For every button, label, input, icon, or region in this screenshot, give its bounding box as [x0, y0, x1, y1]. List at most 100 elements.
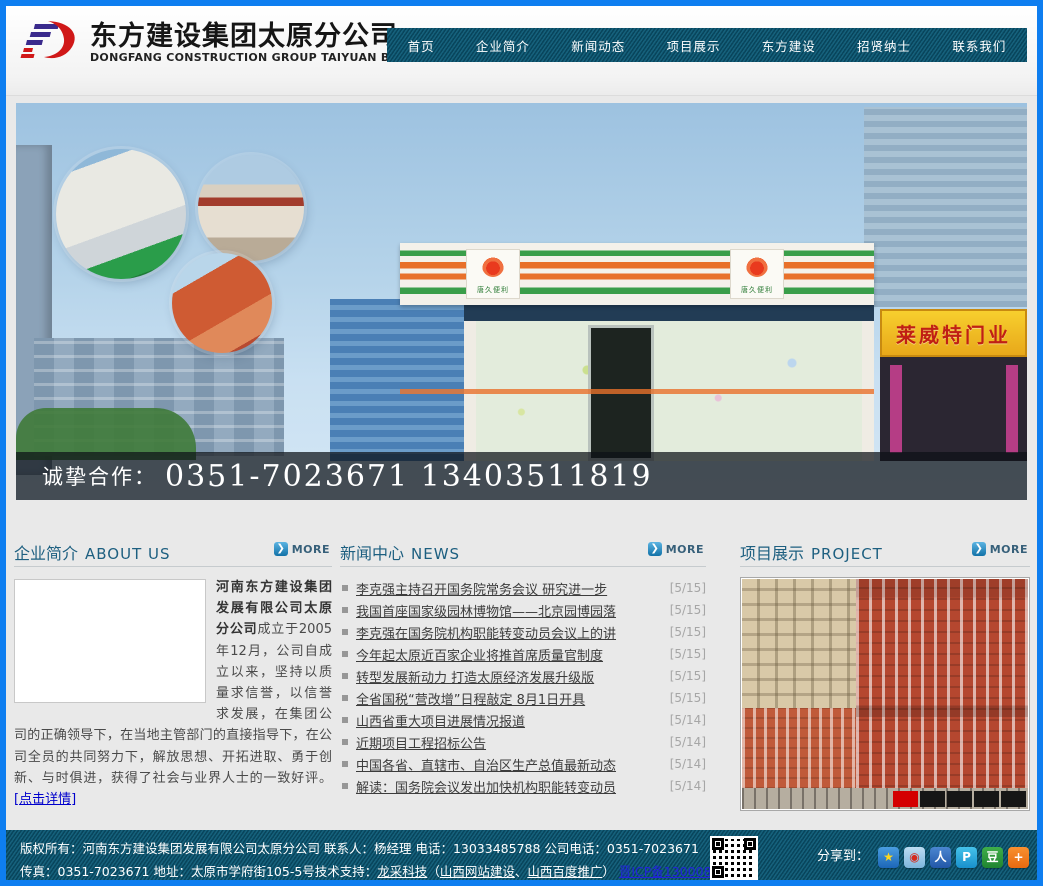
- banner-orange-stripe: [400, 389, 874, 394]
- slide-page-3[interactable]: [947, 791, 972, 807]
- square-bullet-icon: [342, 783, 348, 789]
- square-bullet-icon: [342, 585, 348, 591]
- banner-circle-inset-2: [198, 155, 304, 261]
- shop-banner-strip: [1006, 365, 1018, 453]
- banner-shopfront-right: [880, 357, 1027, 461]
- news-link[interactable]: 今年起太原近百家企业将推首席质量官制度: [356, 645, 664, 664]
- company-subtitle: DONGFANG CONSTRUCTION GROUP TAIYUAN BRAN…: [90, 51, 435, 64]
- news-link[interactable]: 山西省重大项目进展情况报道: [356, 711, 664, 730]
- project-photo: [742, 579, 1028, 809]
- qr-finder-icon: [712, 866, 724, 878]
- project-more-button[interactable]: ❯ MORE: [972, 542, 1028, 556]
- news-item: 李克强在国务院机构职能转变动员会议上的讲 [5/15]: [340, 621, 706, 643]
- news-date: [5/15]: [670, 647, 706, 661]
- shop-sign-text: 莱威特门业: [896, 319, 1011, 348]
- store-brand-text: 唐久便利: [741, 286, 773, 294]
- nav-item[interactable]: 项目展示: [666, 36, 720, 55]
- project-header: 项目展示 PROJECT ❯ MORE: [740, 540, 1030, 567]
- store-flower-icon: [482, 255, 504, 277]
- banner-photo: 唐久便利 唐久便利 莱威特门业 诚挚合作： 0351-7023671 13403…: [16, 103, 1027, 500]
- news-date: [5/15]: [670, 669, 706, 683]
- news-link[interactable]: 我国首座国家级园林博物馆——北京园博园落: [356, 601, 664, 620]
- about-title-cn: 企业简介: [14, 540, 78, 564]
- banner-phone-numbers: 0351-7023671 13403511819: [165, 459, 653, 494]
- news-more-button[interactable]: ❯ MORE: [648, 542, 704, 556]
- news-section: 新闻中心 NEWS ❯ MORE 李克强主持召开国务院常务会议 研究进一步 [5…: [340, 540, 706, 830]
- about-detail-link[interactable]: [点击详情]: [14, 792, 76, 807]
- square-bullet-icon: [342, 629, 348, 635]
- news-link[interactable]: 解读：国务院会议发出加快机构职能转变动员: [356, 777, 664, 796]
- square-bullet-icon: [342, 717, 348, 723]
- banner-yellow-shop-sign: 莱威特门业: [880, 309, 1027, 357]
- company-title: 东方建设集团太原分公司: [90, 22, 435, 52]
- news-link[interactable]: 近期项目工程招标公告: [356, 733, 664, 752]
- sina-weibo-share-icon[interactable]: ◉: [904, 847, 925, 868]
- site-header: 东方建设集团太原分公司 DONGFANG CONSTRUCTION GROUP …: [6, 6, 1037, 96]
- slide-page-1[interactable]: [893, 791, 918, 807]
- news-item: 转型发展新动力 打造太原经济发展升级版 [5/15]: [340, 665, 706, 687]
- project-photo-building-red-tower: [856, 579, 1028, 809]
- main-nav: 首页 企业简介 新闻动态 项目展示 东方建设 招贤纳士 联系我们: [387, 28, 1027, 62]
- project-title-en: PROJECT: [811, 545, 883, 563]
- slide-page-5[interactable]: [1001, 791, 1026, 807]
- banner-slogan-label: 诚挚合作：: [42, 461, 157, 491]
- news-header: 新闻中心 NEWS ❯ MORE: [340, 540, 706, 567]
- qzone-share-icon[interactable]: ★: [878, 847, 899, 868]
- news-date: [5/14]: [670, 713, 706, 727]
- banner-roof-right: [864, 107, 1027, 307]
- store-brand-text: 唐久便利: [477, 286, 509, 294]
- nav-item[interactable]: 首页: [408, 36, 435, 55]
- share-label: 分享到：: [817, 845, 869, 869]
- news-date: [5/15]: [670, 581, 706, 595]
- square-bullet-icon: [342, 607, 348, 613]
- news-date: [5/15]: [670, 625, 706, 639]
- nav-item[interactable]: 招贤纳士: [857, 36, 911, 55]
- news-date: [5/14]: [670, 735, 706, 749]
- about-title-en: ABOUT US: [85, 545, 171, 563]
- news-link[interactable]: 中国各省、直辖市、自治区生产总值最新动态: [356, 755, 664, 774]
- store-logo: 唐久便利: [730, 249, 784, 299]
- news-item: 全省国税“营改增”日程敲定 8月1日开具 [5/15]: [340, 687, 706, 709]
- site-footer: 版权所有：河南东方建设集团发展有限公司太原分公司 联系人：杨经理 电话：1303…: [6, 830, 1037, 880]
- tencent-weibo-share-icon[interactable]: P: [956, 847, 977, 868]
- news-item: 中国各省、直辖市、自治区生产总值最新动态 [5/14]: [340, 753, 706, 775]
- about-more-button[interactable]: ❯ MORE: [274, 542, 330, 556]
- more-share-icon[interactable]: +: [1008, 847, 1029, 868]
- nav-item[interactable]: 新闻动态: [571, 36, 625, 55]
- site-container: 东方建设集团太原分公司 DONGFANG CONSTRUCTION GROUP …: [6, 6, 1037, 880]
- arrow-right-icon: ❯: [972, 542, 986, 556]
- shop-banner-strip: [890, 365, 902, 453]
- logo-block[interactable]: 东方建设集团太原分公司 DONGFANG CONSTRUCTION GROUP …: [18, 20, 435, 66]
- banner-store-stripe-sign: 唐久便利 唐久便利: [400, 243, 874, 305]
- news-link[interactable]: 转型发展新动力 打造太原经济发展升级版: [356, 667, 664, 686]
- nav-item[interactable]: 企业简介: [476, 36, 530, 55]
- news-item: 我国首座国家级园林博物馆——北京园博园落 [5/15]: [340, 599, 706, 621]
- slideshow-pager: [893, 791, 1026, 807]
- project-slideshow[interactable]: [740, 577, 1030, 811]
- baidu-promo-link[interactable]: 山西百度推广: [527, 864, 602, 879]
- tech-support-link[interactable]: 龙采科技: [377, 864, 427, 879]
- news-title-cn: 新闻中心: [340, 540, 404, 564]
- nav-item[interactable]: 联系我们: [952, 36, 1006, 55]
- nav-item[interactable]: 东方建设: [762, 36, 816, 55]
- news-item: 近期项目工程招标公告 [5/14]: [340, 731, 706, 753]
- qr-code: [710, 836, 758, 880]
- news-date: [5/15]: [670, 603, 706, 617]
- site-build-link[interactable]: 山西网站建设: [440, 864, 515, 879]
- square-bullet-icon: [342, 739, 348, 745]
- slide-page-2[interactable]: [920, 791, 945, 807]
- about-photo: [14, 579, 206, 703]
- qr-finder-icon: [712, 838, 724, 850]
- renren-share-icon[interactable]: 人: [930, 847, 951, 868]
- news-link[interactable]: 李克强主持召开国务院常务会议 研究进一步: [356, 579, 664, 598]
- douban-share-icon[interactable]: 豆: [982, 847, 1003, 868]
- square-bullet-icon: [342, 651, 348, 657]
- project-section: 项目展示 PROJECT ❯ MORE: [740, 540, 1030, 830]
- news-link[interactable]: 全省国税“营改增”日程敲定 8月1日开具: [356, 689, 664, 708]
- slide-page-4[interactable]: [974, 791, 999, 807]
- share-icons: ★◉人P豆+: [878, 847, 1029, 868]
- news-link[interactable]: 李克强在国务院机构职能转变动员会议上的讲: [356, 623, 664, 642]
- store-flower-icon: [746, 255, 768, 277]
- news-date: [5/14]: [670, 757, 706, 771]
- about-section: 企业简介 ABOUT US ❯ MORE 河南东方建设集团发展有限公司太原分公司…: [14, 540, 332, 830]
